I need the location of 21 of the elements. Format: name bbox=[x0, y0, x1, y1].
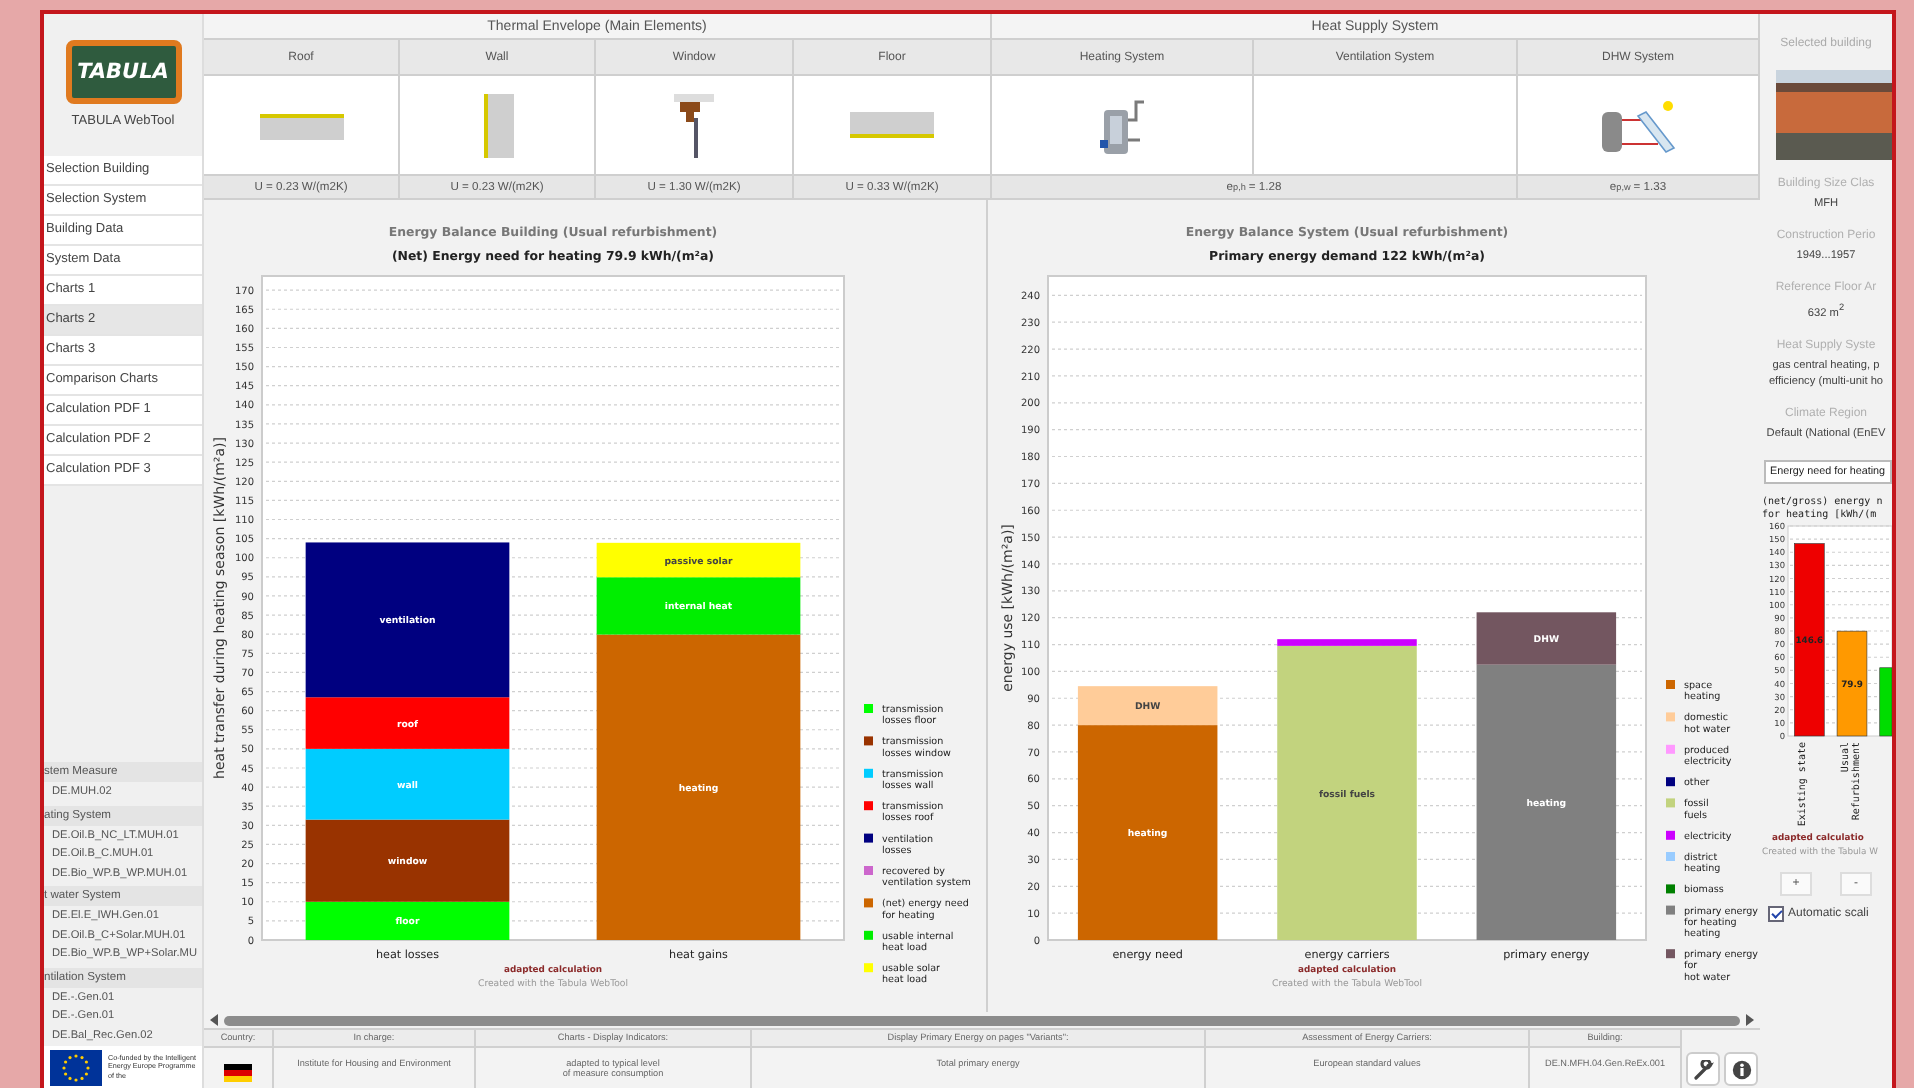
info-button[interactable] bbox=[1724, 1052, 1758, 1086]
tabula-logo: TABULA bbox=[65, 40, 181, 104]
photo-placeholder bbox=[1776, 70, 1892, 160]
floor-section-icon bbox=[850, 111, 934, 139]
wrench-icon bbox=[1693, 1059, 1713, 1079]
wall-section-icon bbox=[481, 93, 513, 157]
horizontal-scrollbar[interactable] bbox=[204, 1012, 1760, 1028]
tools-button[interactable] bbox=[1686, 1052, 1720, 1086]
eu-flag-icon bbox=[50, 1049, 102, 1085]
boiler-icon bbox=[1096, 95, 1148, 155]
bar bbox=[1836, 630, 1868, 736]
checkbox[interactable] bbox=[1768, 905, 1784, 922]
info-icon bbox=[1731, 1059, 1751, 1079]
germany-flag-icon bbox=[224, 1063, 252, 1081]
bar bbox=[1879, 667, 1892, 736]
scrollbar-thumb[interactable] bbox=[224, 1015, 1740, 1025]
roof-section-icon bbox=[259, 111, 343, 139]
scroll-left-icon[interactable] bbox=[210, 1014, 218, 1026]
solar-water-heater-icon bbox=[1598, 95, 1678, 155]
window-frame-icon bbox=[674, 93, 714, 157]
scroll-right-icon[interactable] bbox=[1746, 1014, 1754, 1026]
